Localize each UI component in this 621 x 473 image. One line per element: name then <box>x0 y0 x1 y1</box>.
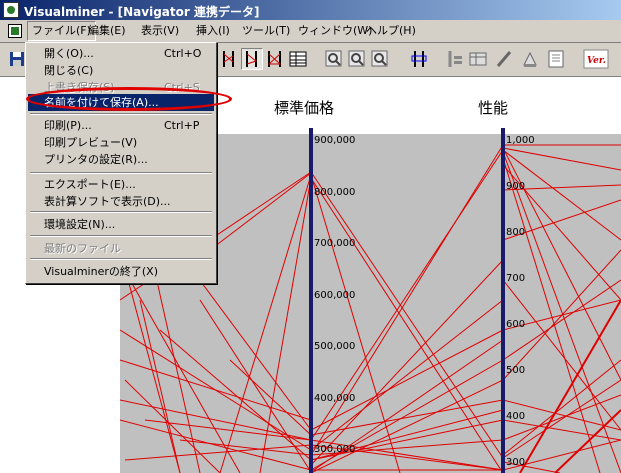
axis-tick-label: 400 <box>506 411 526 422</box>
file-menu-item-6[interactable]: プリンタの設定(R)... <box>28 151 214 168</box>
axis-tick-label: 400,000 <box>314 392 356 404</box>
menu-separator <box>30 113 212 115</box>
file-menu-item-8[interactable]: 表計算ソフトで表示(D)... <box>28 193 214 210</box>
series-line <box>554 409 621 473</box>
file-menu-item-label: エクスポート(E)... <box>44 178 136 191</box>
axis-tick-label: 700,000 <box>314 238 356 249</box>
axis-title-performance: 性能 <box>478 99 509 117</box>
file-menu-item-label: 上書き保存(S) <box>44 81 115 94</box>
file-menu-item-shortcut: Ctrl+P <box>164 119 200 132</box>
file-menu-item-10: 最新のファイル <box>28 240 214 257</box>
series-line <box>502 147 621 171</box>
axis-tick-label: 300 <box>506 457 526 468</box>
series-line <box>229 359 312 436</box>
axis-tick-label: 600,000 <box>314 289 356 301</box>
file-menu-item-label: 名前を付けて保存(A)... <box>44 96 159 109</box>
axis-tick-label: 700 <box>506 273 526 284</box>
file-menu-item-3[interactable]: 名前を付けて保存(A)... <box>28 94 214 111</box>
series-line <box>519 299 621 473</box>
axis-price[interactable] <box>309 128 313 473</box>
file-menu-item-1[interactable]: 閉じる(C) <box>28 62 214 79</box>
series-line <box>310 177 504 473</box>
axis-tick-label: 600 <box>506 319 526 330</box>
file-menu-item-label: 印刷(P)... <box>44 119 92 132</box>
file-menu-item-label: 開く(O)... <box>44 47 94 60</box>
axis-tick-label: 800,000 <box>314 186 356 198</box>
axis-tick-label: 800 <box>506 227 526 238</box>
series-line <box>124 444 312 461</box>
menu-separator <box>30 258 212 260</box>
file-menu-item-shortcut: Ctrl+O <box>164 47 202 60</box>
axis-tick-label: 900,000 <box>314 135 356 146</box>
series-line <box>209 172 312 251</box>
file-menu-item-label: 印刷プレビュー(V) <box>44 136 138 149</box>
file-menu-item-7[interactable]: エクスポート(E)... <box>28 176 214 193</box>
series-line <box>259 177 312 473</box>
axis-tick-label: 300,000 <box>314 444 356 455</box>
series-line <box>219 174 312 473</box>
file-menu-item-label: プリンタの設定(R)... <box>44 153 148 166</box>
file-menu-item-label: 表計算ソフトで表示(D)... <box>44 195 171 208</box>
file-menu-item-0[interactable]: 開く(O)... Ctrl+O <box>28 45 214 62</box>
file-menu-item-label: 最新のファイル <box>44 242 121 255</box>
axis-title-price: 標準価格 <box>274 99 335 117</box>
axis-performance[interactable] <box>501 128 505 473</box>
menu-separator <box>30 172 212 174</box>
series-line <box>310 174 401 473</box>
file-menu-item-9[interactable]: 環境設定(N)... <box>28 216 214 233</box>
file-menu-dropdown: 開く(O)... Ctrl+O 閉じる(C) 上書き保存(S) Ctrl+S 名前を付けて… <box>25 42 217 284</box>
series-line <box>119 359 312 421</box>
axis-tick-label: 1,000 <box>506 135 535 146</box>
file-menu-item-label: Visualminerの終了(X) <box>44 265 158 278</box>
series-line <box>502 419 621 441</box>
series-line <box>502 151 621 473</box>
series-line <box>502 249 621 381</box>
file-menu-item-5[interactable]: 印刷プレビュー(V) <box>28 134 214 151</box>
series-line <box>139 299 181 473</box>
axis-tick-label: 900 <box>506 181 526 192</box>
series-line <box>310 299 504 451</box>
file-menu-item-4[interactable]: 印刷(P)... Ctrl+P <box>28 117 214 134</box>
axis-tick-label: 500 <box>506 365 526 376</box>
file-menu-item-11[interactable]: Visualminerの終了(X) <box>28 263 214 280</box>
series-line <box>129 279 241 473</box>
menu-separator <box>30 235 212 237</box>
file-menu-item-label: 環境設定(N)... <box>44 218 116 231</box>
axis-tick-label: 500,000 <box>314 341 356 352</box>
file-menu-item-label: 閉じる(C) <box>44 64 94 77</box>
menu-separator <box>30 211 212 213</box>
